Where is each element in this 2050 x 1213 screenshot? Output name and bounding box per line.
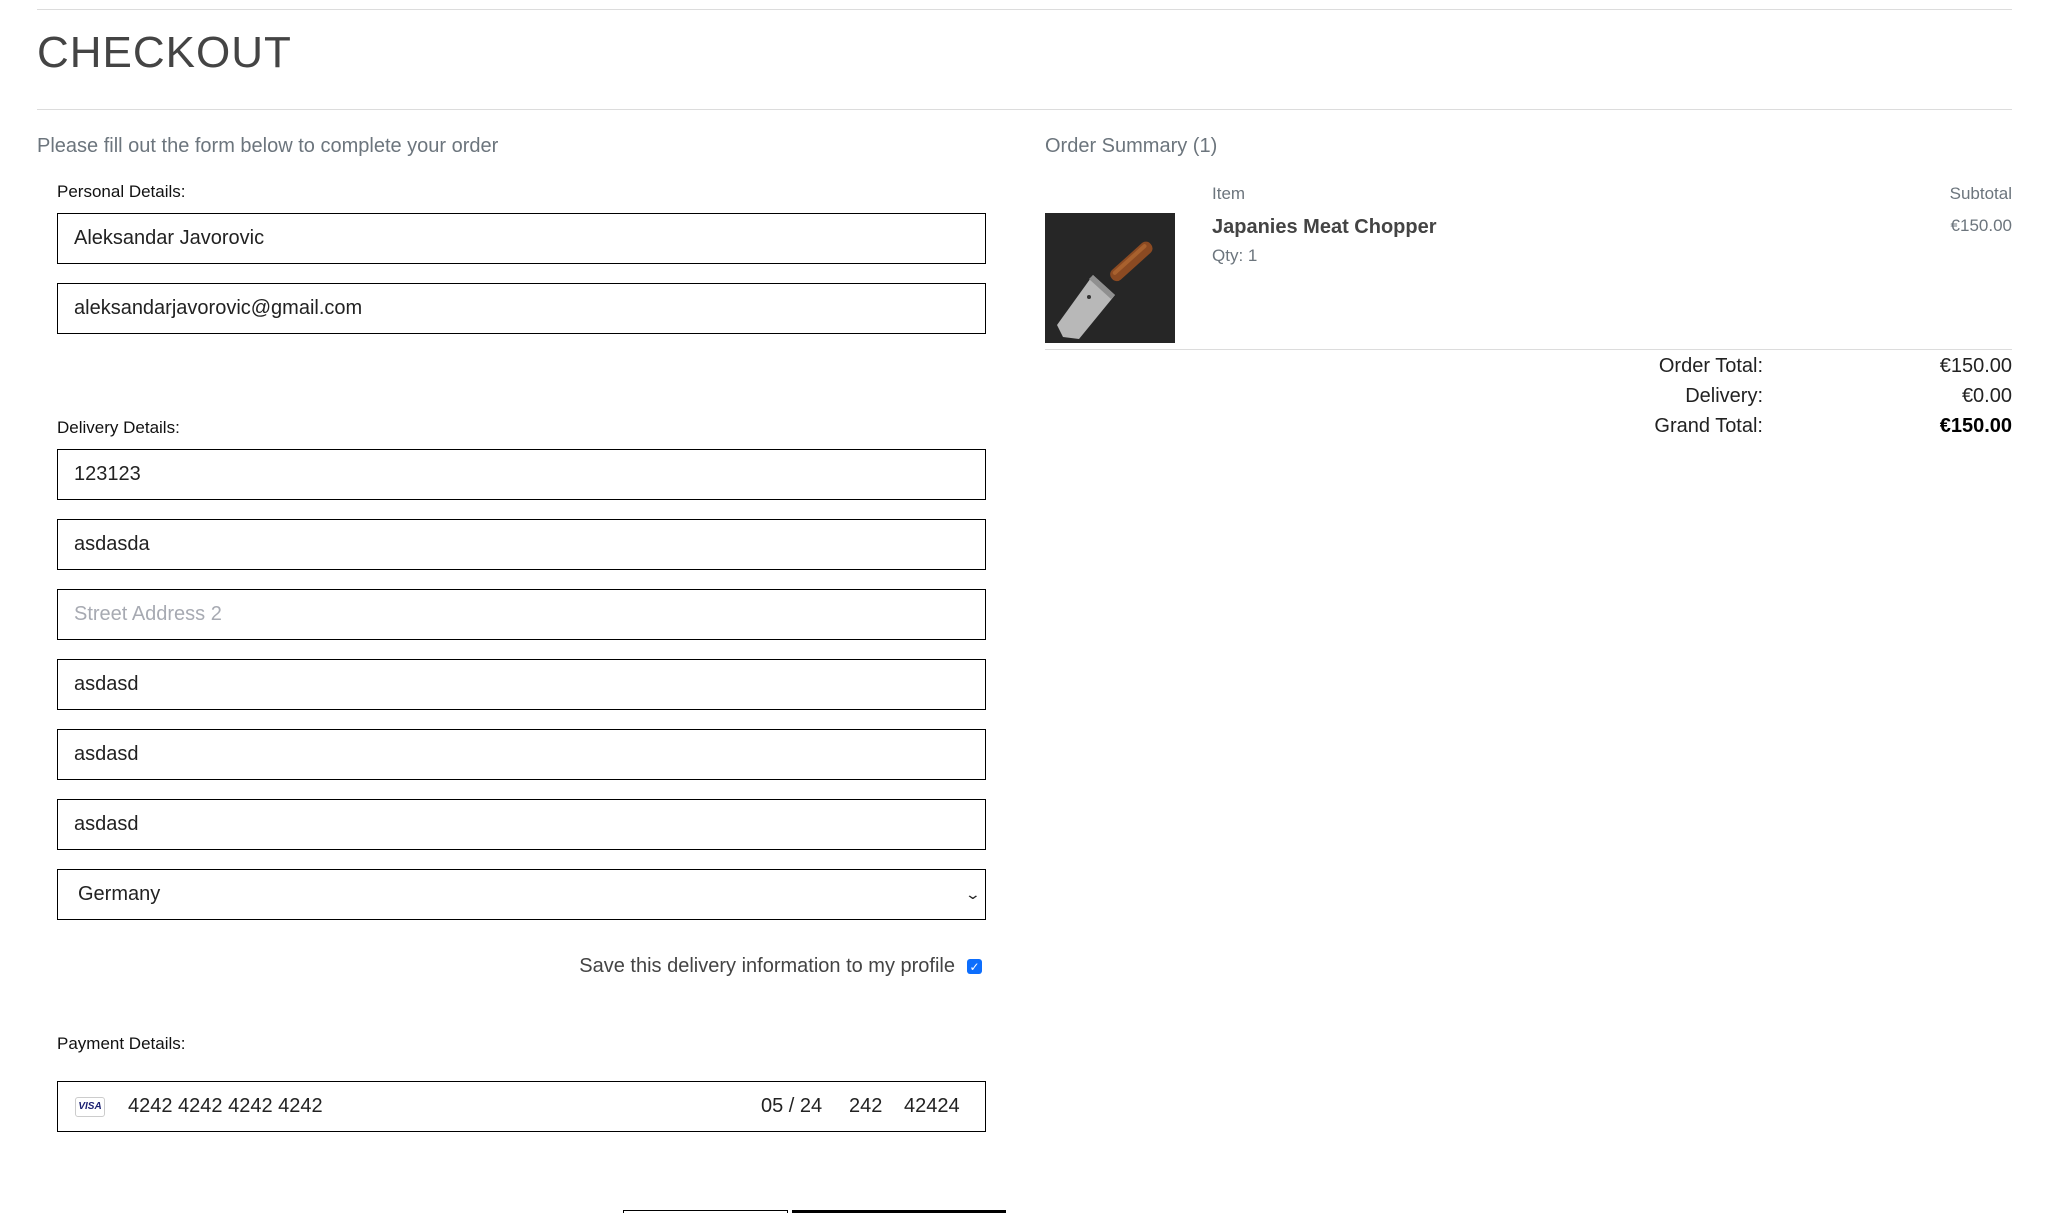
full-name-field[interactable]: Aleksandar Javorovic xyxy=(57,213,986,264)
grand-total-value: €150.00 xyxy=(1939,415,2012,437)
title-divider xyxy=(37,109,2012,110)
personal-details-label: Personal Details: xyxy=(57,182,186,201)
product-quantity: Qty: 1 xyxy=(1212,246,1258,265)
delivery-details-label: Delivery Details: xyxy=(57,418,180,437)
chevron-down-icon: ⌄ xyxy=(964,886,982,902)
delivery-label: Delivery: xyxy=(1685,385,1763,407)
phone-field[interactable]: 123123 xyxy=(57,449,986,500)
payment-details-label: Payment Details: xyxy=(57,1034,186,1053)
page-title: CHECKOUT xyxy=(37,28,292,77)
save-info-checkbox[interactable]: ✓ xyxy=(967,959,982,974)
town-field[interactable]: asdasd xyxy=(57,659,986,710)
card-cvc-input[interactable]: 242 xyxy=(849,1095,882,1118)
card-number-input[interactable]: 4242 4242 4242 4242 xyxy=(128,1095,323,1118)
intro-text: Please fill out the form below to comple… xyxy=(37,135,499,157)
card-expiry-input[interactable]: 05 / 24 xyxy=(761,1095,822,1118)
top-divider xyxy=(37,9,2012,10)
visa-card-icon: VISA xyxy=(75,1096,105,1117)
product-name: Japanies Meat Chopper xyxy=(1212,216,1437,238)
card-element[interactable]: VISA 4242 4242 4242 4242 05 / 24 242 424… xyxy=(57,1081,986,1132)
delivery-value: €0.00 xyxy=(1961,385,2012,407)
product-image xyxy=(1045,213,1175,343)
card-zip-input[interactable]: 42424 xyxy=(904,1095,960,1118)
order-summary-title: Order Summary (1) xyxy=(1045,135,1218,157)
county-field[interactable]: asdasd xyxy=(57,729,986,780)
summary-divider xyxy=(1045,349,2012,350)
street-address-1-field[interactable]: asdasda xyxy=(57,519,986,570)
order-total-label: Order Total: xyxy=(1658,355,1763,377)
item-column-header: Item xyxy=(1212,184,1246,203)
subtotal-column-header: Subtotal xyxy=(1949,184,2012,203)
postcode-field[interactable]: asdasd xyxy=(57,799,986,850)
order-total-value: €150.00 xyxy=(1939,355,2012,377)
country-select-value: Germany xyxy=(78,883,161,905)
grand-total-label: Grand Total: xyxy=(1654,415,1763,437)
meat-chopper-image-icon xyxy=(1045,213,1175,343)
checkout-page: CHECKOUT Please fill out the form below … xyxy=(0,0,2050,1213)
product-subtotal: €150.00 xyxy=(1950,216,2012,235)
save-info-row: Save this delivery information to my pro… xyxy=(57,955,986,978)
street-address-2-field[interactable]: Street Address 2 xyxy=(57,589,986,640)
country-select[interactable]: Germany ⌄ xyxy=(57,869,986,920)
email-field[interactable]: aleksandarjavorovic@gmail.com xyxy=(57,283,986,334)
save-info-label: Save this delivery information to my pro… xyxy=(579,955,955,977)
